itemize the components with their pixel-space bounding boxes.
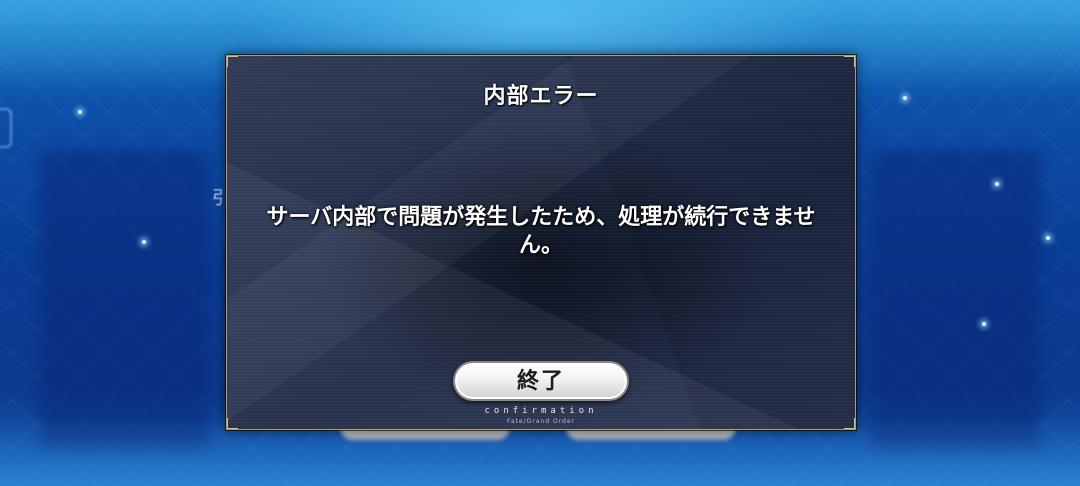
- dialog-corner: [227, 56, 238, 67]
- error-dialog: 内部エラー サーバ内部で問題が発生したため、処理が続行できません。 終了 con…: [225, 54, 857, 431]
- sparkle-icon: [78, 110, 82, 114]
- sparkle-icon: [142, 240, 146, 244]
- background-right-panel: [870, 150, 1040, 450]
- sparkle-icon: [1046, 236, 1050, 240]
- background-side-tab: [0, 108, 12, 148]
- dialog-message: サーバ内部で問題が発生したため、処理が続行できません。: [266, 205, 816, 258]
- confirmation-label: confirmation: [484, 406, 598, 416]
- end-button[interactable]: 終了: [453, 361, 629, 401]
- dialog-corner: [844, 56, 855, 67]
- sparkle-icon: [995, 182, 999, 186]
- sparkle-icon: [903, 96, 907, 100]
- brand-label: Fate/Grand Order: [506, 418, 575, 425]
- dialog-title: 内部エラー: [483, 84, 599, 109]
- background-left-panel: [40, 150, 210, 450]
- sparkle-icon: [982, 322, 986, 326]
